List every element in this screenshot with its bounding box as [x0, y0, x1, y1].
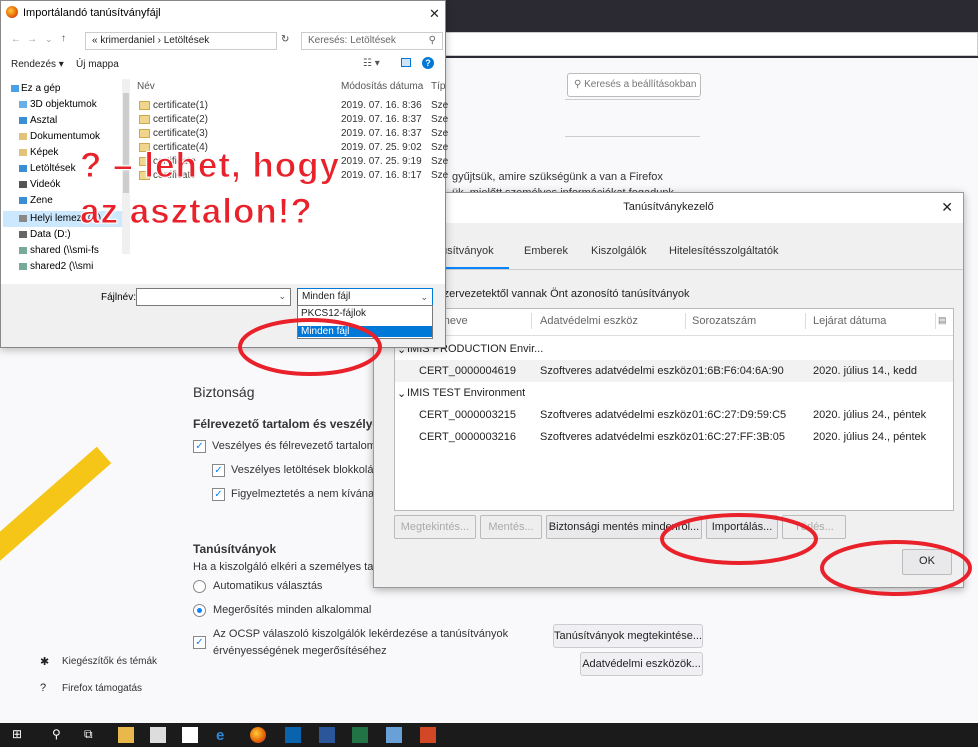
powerpoint-icon[interactable] [420, 727, 436, 743]
word-icon[interactable] [319, 727, 335, 743]
mail-icon[interactable] [182, 727, 198, 743]
outlook-icon[interactable] [285, 727, 301, 743]
windows-start-icon[interactable]: ⊞ [12, 727, 28, 743]
save-app-icon[interactable] [386, 727, 402, 743]
annotation-arrow [0, 446, 112, 561]
task-view-icon[interactable]: ⧉ [84, 727, 100, 743]
search-icon[interactable]: ⚲ [52, 727, 68, 743]
taskbar: ⊞ ⚲ ⧉ e [0, 723, 978, 747]
store-icon[interactable] [150, 727, 166, 743]
annotation-circle [660, 513, 818, 565]
annotation-circle [820, 540, 972, 596]
annotation-layer [0, 318, 972, 596]
firefox-icon[interactable] [250, 727, 266, 743]
edge-icon[interactable]: e [216, 727, 232, 744]
file-explorer-icon[interactable] [118, 727, 134, 743]
excel-icon[interactable] [352, 727, 368, 743]
annotation-circle [238, 318, 382, 376]
